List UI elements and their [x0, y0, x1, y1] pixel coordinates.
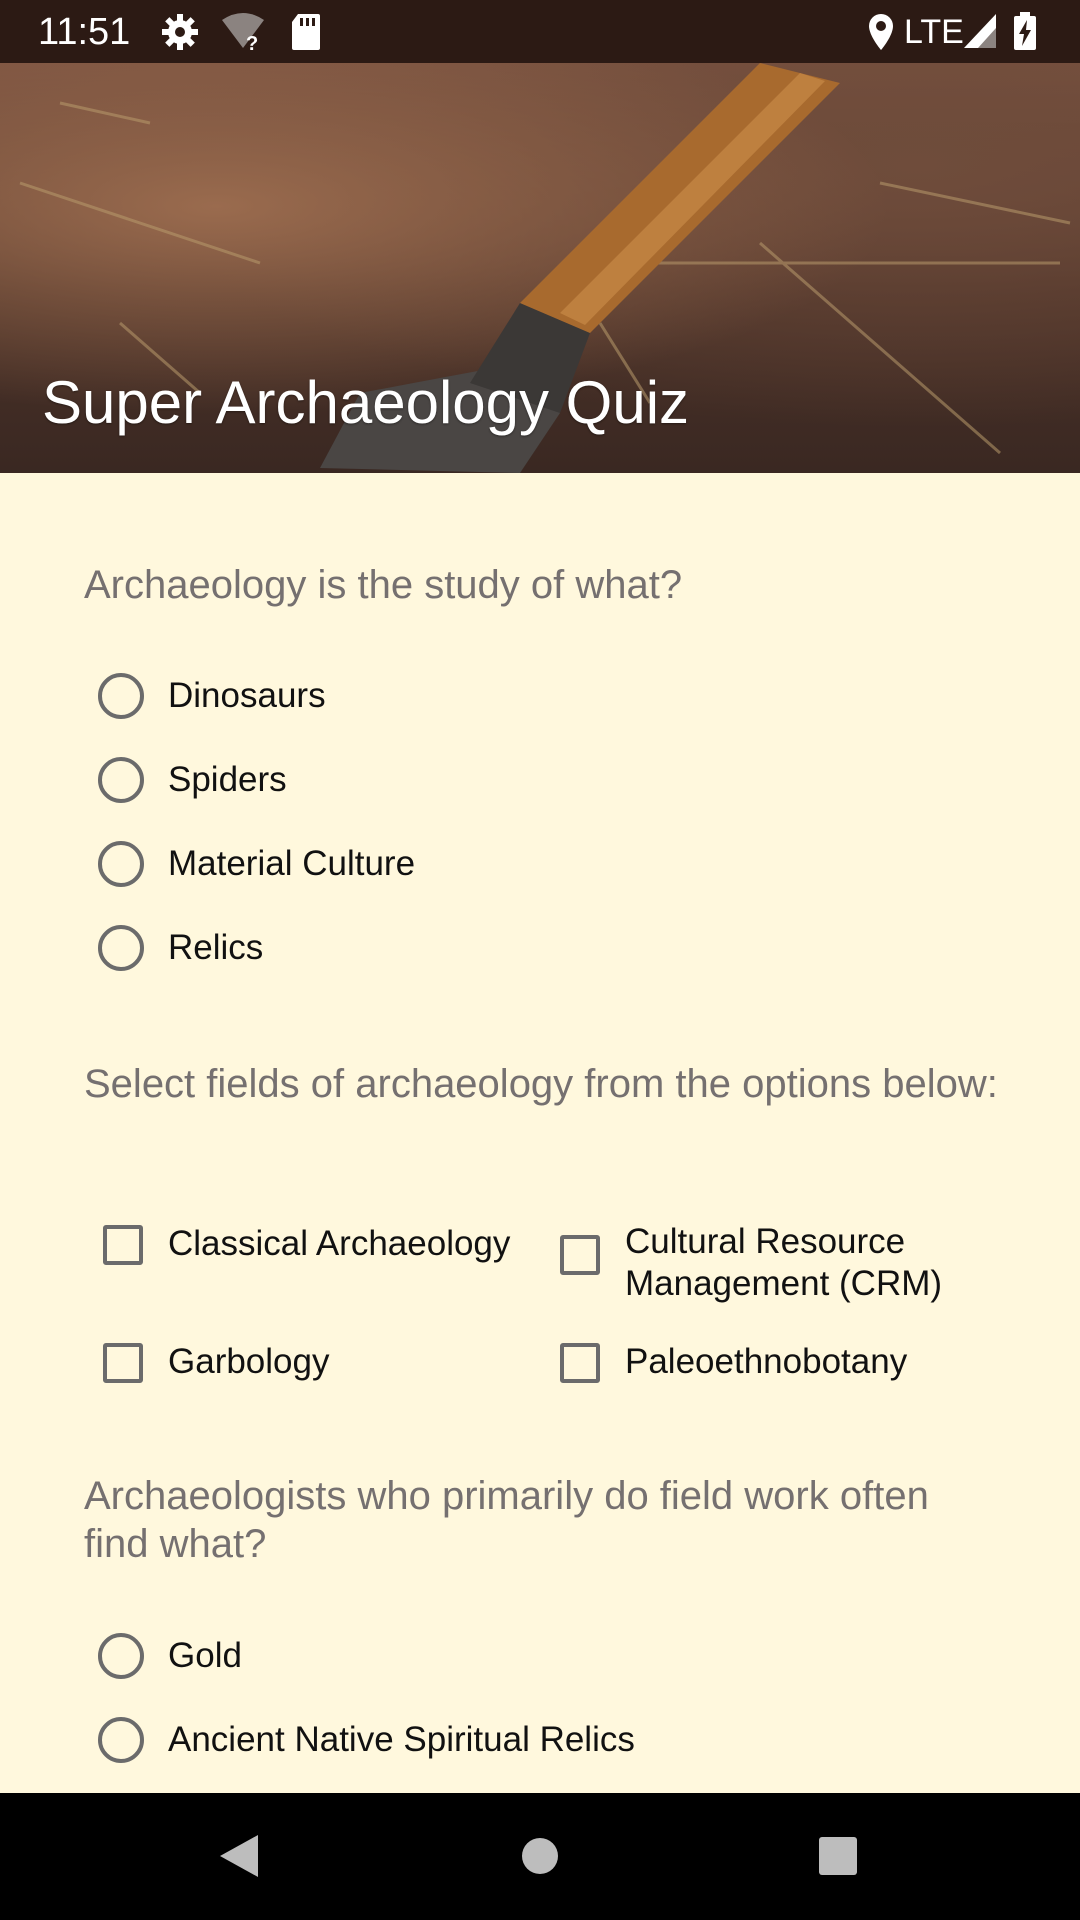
question-2: Select fields of archaeology from the op… [84, 1062, 998, 1106]
option-label: Cultural Resource Management (CRM) [625, 1222, 943, 1303]
status-bar: 11:51 ? LTE [0, 0, 1080, 63]
option-label: Relics [168, 928, 264, 967]
option-label: Gold [168, 1636, 242, 1675]
option-label: Garbology [168, 1342, 330, 1381]
checkbox-option-classical-archaeology[interactable]: Classical Archaeology [98, 1221, 538, 1281]
question-3: Archaeologists who primarily do field wo… [84, 1474, 929, 1566]
battery-charging-icon [1012, 12, 1038, 57]
radio-button[interactable] [98, 841, 144, 887]
option-label: Material Culture [168, 844, 416, 883]
location-icon [866, 12, 896, 57]
checkbox[interactable] [560, 1343, 600, 1383]
radio-button[interactable] [98, 925, 144, 971]
svg-text:?: ? [246, 33, 258, 52]
checkbox-option-garbology[interactable]: Garbology [98, 1339, 538, 1399]
radio-button[interactable] [98, 757, 144, 803]
option-label: Spiders [168, 760, 287, 799]
option-label: Classical Archaeology [168, 1224, 511, 1263]
recents-icon[interactable] [818, 1836, 858, 1881]
status-time: 11:51 [38, 11, 131, 53]
radio-button[interactable] [98, 673, 144, 719]
quiz-content: Archaeology is the study of what? Dinosa… [0, 473, 1080, 1793]
question-1: Archaeology is the study of what? [84, 563, 683, 607]
sd-card-icon [290, 12, 322, 57]
wifi-unknown-icon: ? [220, 12, 266, 57]
signal-icon [962, 12, 998, 55]
home-icon[interactable] [520, 1836, 560, 1881]
option-label: Paleoethnobotany [625, 1342, 908, 1381]
option-label: Dinosaurs [168, 676, 326, 715]
option-label: Ancient Native Spiritual Relics [168, 1720, 635, 1759]
checkbox[interactable] [103, 1343, 143, 1383]
navigation-bar [0, 1793, 1080, 1920]
header-image: Super Archaeology Quiz [0, 63, 1080, 473]
checkbox-option-crm[interactable]: Cultural Resource Management (CRM) [555, 1222, 975, 1321]
radio-button[interactable] [98, 1717, 144, 1763]
network-type: LTE [904, 13, 964, 51]
page-title: Super Archaeology Quiz [42, 369, 690, 436]
gear-icon [160, 12, 200, 57]
checkbox[interactable] [103, 1225, 143, 1265]
back-icon[interactable] [218, 1833, 262, 1884]
radio-button[interactable] [98, 1633, 144, 1679]
checkbox-option-paleoethnobotany[interactable]: Paleoethnobotany [555, 1339, 975, 1399]
checkbox[interactable] [560, 1235, 600, 1275]
